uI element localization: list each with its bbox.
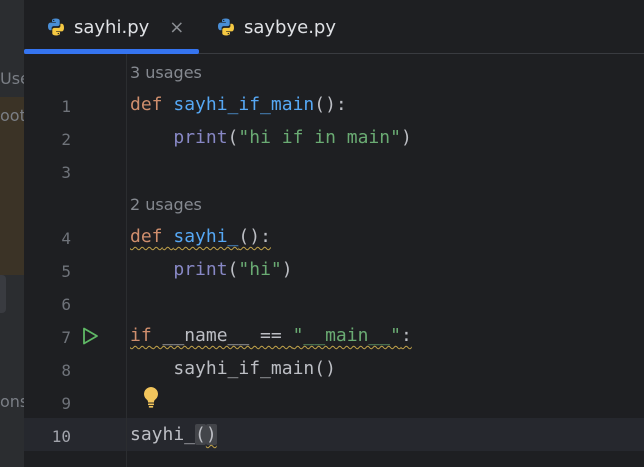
tab-sayhi-py[interactable]: sayhi.py × (46, 0, 184, 54)
keyword-token: if (130, 325, 152, 346)
panel-text-fragment: ons (0, 392, 24, 411)
code-line-8: sayhi_if_main() (130, 358, 336, 379)
call-token: sayhi_if_main() (173, 358, 336, 379)
close-icon[interactable]: × (169, 17, 184, 38)
punct-token: ( (227, 259, 239, 280)
line-number-current: 10 (51, 427, 71, 446)
punct-token: (): (238, 226, 271, 247)
panel-button[interactable] (0, 275, 6, 313)
line-number: 8 (61, 361, 71, 380)
gutter-divider (126, 54, 127, 467)
string-token: "hi if in main" (238, 127, 401, 148)
line-number: 1 (61, 97, 71, 116)
line-number: 5 (61, 262, 71, 281)
line-number: 4 (61, 229, 71, 248)
run-icon[interactable] (80, 326, 100, 346)
current-line-highlight (24, 418, 644, 451)
lightbulb-icon[interactable] (141, 385, 161, 409)
usages-hint[interactable]: 3 usages (130, 63, 202, 82)
keyword-token: def (130, 94, 163, 115)
keyword-token: def (130, 226, 163, 247)
line-number: 7 (61, 328, 71, 347)
code-line-4: def sayhi_(): (130, 226, 271, 247)
tab-saybye-py[interactable]: saybye.py (216, 0, 336, 54)
builtin-token: print (173, 259, 228, 280)
line-number: 3 (61, 163, 71, 182)
string-token: "hi" (238, 259, 282, 280)
matched-paren: ( (195, 424, 206, 445)
punct-token: ) (281, 259, 293, 280)
line-number: 6 (61, 295, 71, 314)
string-token: "__main__" (292, 325, 401, 346)
usages-hint[interactable]: 2 usages (130, 195, 202, 214)
code-line-10: sayhi_() (130, 424, 217, 445)
call-token: sayhi_ (130, 424, 196, 445)
tab-label: sayhi.py (74, 16, 150, 38)
code-line-5: print("hi") (130, 259, 293, 280)
function-name-token: sayhi_if_main (173, 94, 315, 115)
panel-text-fragment: Use (0, 69, 24, 88)
punct-token: (): (314, 94, 347, 115)
code-line-7: if __name__ == "__main__": (130, 325, 412, 346)
builtin-token: print (173, 127, 228, 148)
function-name-token: sayhi_ (173, 226, 239, 247)
code-editor[interactable]: 3 usages 2 usages 1 2 3 4 5 6 7 8 9 10 d… (24, 54, 644, 467)
code-line-1: def sayhi_if_main(): (130, 94, 347, 115)
punct-token: ( (227, 127, 239, 148)
line-number: 9 (61, 394, 71, 413)
expression-token: __name__ == (151, 325, 293, 346)
punct-token: ) (400, 127, 412, 148)
python-file-icon (218, 18, 234, 36)
tab-label: saybye.py (244, 16, 337, 38)
editor-tab-bar: sayhi.py × saybye.py (24, 0, 644, 54)
python-file-icon (48, 18, 64, 36)
project-panel-edge: Use oot ons (0, 0, 24, 467)
panel-text-fragment: oot (0, 106, 24, 125)
code-line-2: print("hi if in main") (130, 127, 412, 148)
line-number: 2 (61, 130, 71, 149)
matched-paren: ) (205, 424, 217, 445)
punct-token: : (400, 325, 412, 346)
